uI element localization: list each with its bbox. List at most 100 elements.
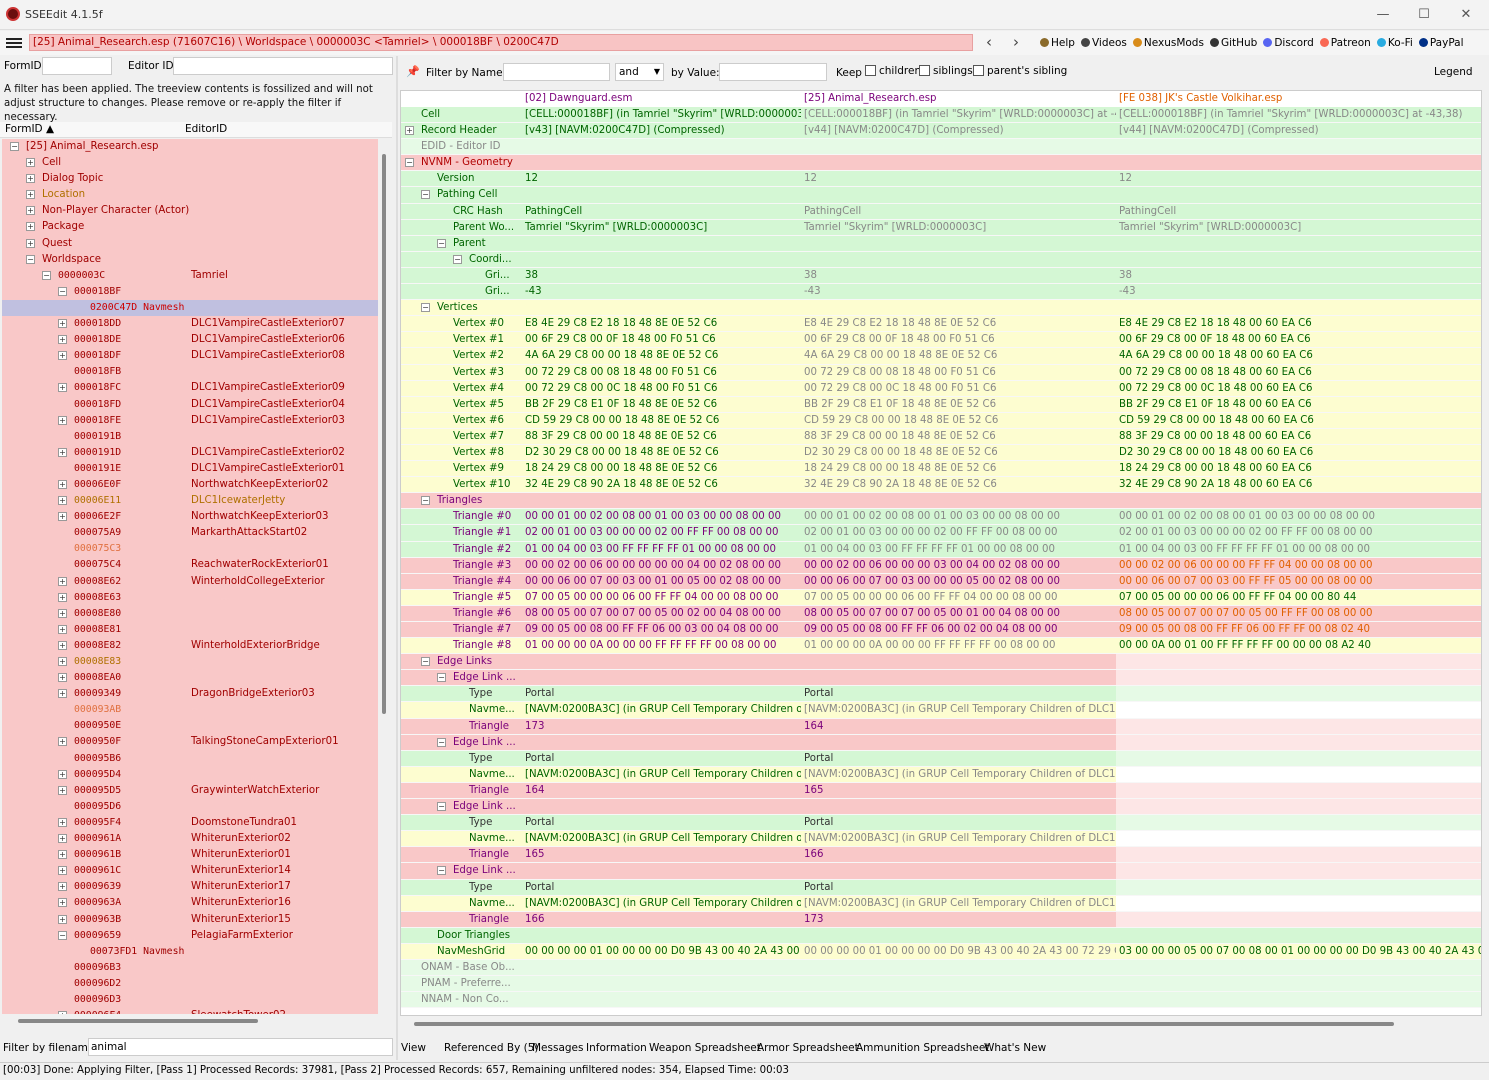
grid-value-cell[interactable]: 07 00 05 00 00 00 06 00 FF FF 04 00 00 0… bbox=[522, 589, 801, 605]
grid-value-cell[interactable] bbox=[522, 493, 801, 509]
grid-row[interactable]: Type Portal Portal bbox=[401, 815, 1481, 831]
grid-row[interactable]: Vertex #4 00 72 29 C8 00 0C 18 48 00 F0 5… bbox=[401, 380, 1481, 397]
grid-field-name[interactable]: Triangle bbox=[401, 847, 522, 863]
grid-value-cell[interactable] bbox=[1116, 782, 1481, 799]
grid-value-cell[interactable]: -43 bbox=[522, 284, 801, 300]
grid-field-name[interactable]: Navme... bbox=[401, 895, 522, 911]
grid-field-name[interactable]: − Vertices bbox=[401, 300, 522, 316]
tree-row[interactable]: 000075C3 bbox=[2, 541, 378, 558]
grid-value-cell[interactable]: -43 bbox=[801, 284, 1116, 300]
grid-value-cell[interactable] bbox=[801, 155, 1116, 171]
grid-value-cell[interactable]: 00 72 29 C8 00 08 18 48 00 60 EA C6 bbox=[1116, 364, 1481, 380]
grid-value-cell[interactable]: 88 3F 29 C8 00 00 18 48 00 60 EA C6 bbox=[1116, 428, 1481, 444]
grid-field-name[interactable]: Type bbox=[401, 686, 522, 702]
grid-value-cell[interactable]: 38 bbox=[522, 267, 801, 284]
grid-value-cell[interactable]: 32 4E 29 C8 90 2A 18 48 00 60 EA C6 bbox=[1116, 477, 1481, 493]
grid-field-name[interactable]: Type bbox=[401, 879, 522, 895]
tree-vertical-scrollbar[interactable] bbox=[382, 154, 386, 714]
expand-icon[interactable]: + bbox=[58, 335, 67, 345]
grid-field-name[interactable]: Triangle #3 bbox=[401, 557, 522, 573]
expand-icon[interactable]: + bbox=[58, 882, 67, 892]
grid-value-cell[interactable]: 00 00 02 00 06 00 00 00 03 00 04 00 02 0… bbox=[801, 557, 1116, 573]
menu-icon[interactable] bbox=[6, 36, 22, 50]
grid-value-cell[interactable]: 02 00 01 00 03 00 00 00 02 00 FF FF 00 0… bbox=[522, 525, 801, 541]
grid-value-cell[interactable]: Portal bbox=[801, 879, 1116, 895]
grid-row[interactable]: ONAM - Base Ob... bbox=[401, 959, 1481, 976]
grid-field-name[interactable]: Gri... bbox=[401, 284, 522, 300]
tab-armor-spreadsheet[interactable]: Armor Spreadsheet bbox=[757, 1042, 859, 1054]
legend-button[interactable]: Legend bbox=[1434, 66, 1473, 78]
grid-row[interactable]: Vertex #2 4A 6A 29 C8 00 00 18 48 8E 0E 5… bbox=[401, 348, 1481, 364]
tree-row[interactable]: +00009639 WhiterunExterior17 bbox=[2, 879, 378, 896]
record-tree[interactable]: − [25] Animal_Research.esp + Cell + Dialog To… bbox=[2, 139, 378, 1014]
grid-value-cell[interactable]: 166 bbox=[522, 911, 801, 927]
expand-icon[interactable]: + bbox=[58, 319, 67, 329]
grid-value-cell[interactable]: 166 bbox=[801, 847, 1116, 863]
grid-row[interactable]: − Pathing Cell bbox=[401, 187, 1481, 203]
grid-value-cell[interactable]: [CELL:000018BF] (in Tamriel "Skyrim" [WR… bbox=[522, 107, 801, 123]
tab-messages[interactable]: Messages bbox=[532, 1042, 584, 1054]
grid-field-name[interactable]: Triangle #2 bbox=[401, 541, 522, 557]
grid-value-cell[interactable] bbox=[1116, 300, 1481, 316]
tree-row[interactable]: +00006E0F NorthwatchKeepExterior02 bbox=[2, 476, 378, 494]
grid-row[interactable]: − Triangles bbox=[401, 493, 1481, 509]
tree-row[interactable]: 000018FD DLC1VampireCastleExterior04 bbox=[2, 396, 378, 413]
grid-row[interactable]: Type Portal Portal bbox=[401, 686, 1481, 702]
grid-value-cell[interactable] bbox=[1116, 702, 1481, 718]
tree-row[interactable]: +00008E82 WinterholdExteriorBridge bbox=[2, 637, 378, 654]
collapse-icon[interactable]: − bbox=[437, 737, 446, 747]
link-nexusmods[interactable]: NexusMods bbox=[1132, 37, 1204, 49]
tab-what-s-new[interactable]: What's New bbox=[984, 1042, 1046, 1054]
grid-value-cell[interactable] bbox=[801, 734, 1116, 750]
grid-horizontal-scrollbar[interactable] bbox=[414, 1022, 1394, 1026]
grid-row[interactable]: Version 12 12 12 bbox=[401, 171, 1481, 187]
tree-row[interactable]: + Cell bbox=[2, 155, 378, 172]
tree-row[interactable]: +0000963A WhiterunExterior16 bbox=[2, 895, 378, 912]
grid-value-cell[interactable] bbox=[801, 863, 1116, 879]
filter-operator-select[interactable]: and ▼ bbox=[615, 63, 664, 81]
grid-field-name[interactable]: Vertex #6 bbox=[401, 412, 522, 428]
grid-value-cell[interactable]: 88 3F 29 C8 00 00 18 48 8E 0E 52 C6 bbox=[801, 428, 1116, 444]
grid-value-cell[interactable]: 01 00 00 00 0A 00 00 00 FF FF FF FF 00 0… bbox=[522, 638, 801, 654]
collapse-icon[interactable]: − bbox=[421, 657, 430, 667]
grid-value-cell[interactable]: PathingCell bbox=[522, 203, 801, 219]
grid-value-cell[interactable]: 32 4E 29 C8 90 2A 18 48 8E 0E 52 C6 bbox=[801, 477, 1116, 493]
grid-field-name[interactable]: − NVNM - Geometry bbox=[401, 155, 522, 171]
grid-row[interactable]: Triangle 164 165 bbox=[401, 782, 1481, 799]
grid-value-cell[interactable] bbox=[801, 654, 1116, 670]
tree-row[interactable]: + Dialog Topic bbox=[2, 171, 378, 188]
grid-row[interactable]: Type Portal Portal bbox=[401, 879, 1481, 896]
grid-row[interactable]: + Record Header [v43] [NAVM:0200C47D] (Com… bbox=[401, 123, 1481, 139]
keep-siblings-checkbox[interactable]: siblings bbox=[919, 65, 973, 77]
grid-value-cell[interactable]: 07 00 05 00 00 00 06 00 FF FF 04 00 00 8… bbox=[1116, 589, 1481, 605]
grid-row[interactable]: Navme... [NAVM:0200BA3C] (in GRUP Cell Te… bbox=[401, 895, 1481, 912]
grid-field-name[interactable]: EDID - Editor ID bbox=[401, 139, 522, 155]
expand-icon[interactable]: + bbox=[58, 447, 67, 457]
grid-row[interactable]: PNAM - Preferre... bbox=[401, 976, 1481, 992]
grid-value-cell[interactable]: CD 59 29 C8 00 00 18 48 8E 0E 52 C6 bbox=[801, 412, 1116, 428]
grid-row[interactable]: Type Portal Portal bbox=[401, 750, 1481, 767]
grid-row[interactable]: Vertex #7 88 3F 29 C8 00 00 18 48 8E 0E 5… bbox=[401, 428, 1481, 445]
grid-field-name[interactable]: Vertex #1 bbox=[401, 332, 522, 348]
grid-row[interactable]: Vertex #6 CD 59 29 C8 00 00 18 48 8E 0E 5… bbox=[401, 412, 1481, 429]
grid-field-name[interactable]: Cell bbox=[401, 107, 522, 123]
grid-value-cell[interactable]: [NAVM:0200BA3C] (in GRUP Cell Temporary … bbox=[801, 702, 1116, 718]
grid-value-cell[interactable] bbox=[522, 734, 801, 750]
grid-value-cell[interactable] bbox=[522, 139, 801, 155]
grid-value-cell[interactable]: 00 6F 29 C8 00 0F 18 48 00 60 EA C6 bbox=[1116, 332, 1481, 348]
grid-value-cell[interactable]: 01 00 04 00 03 00 FF FF FF FF 01 00 00 0… bbox=[1116, 541, 1481, 557]
tree-row[interactable]: +000018FE DLC1VampireCastleExterior03 bbox=[2, 412, 378, 429]
grid-field-name[interactable]: − Triangles bbox=[401, 493, 522, 509]
grid-value-cell[interactable]: 01 00 04 00 03 00 FF FF FF FF 01 00 00 0… bbox=[522, 541, 801, 557]
grid-value-cell[interactable]: 00 00 01 00 02 00 08 00 01 00 03 00 00 0… bbox=[522, 509, 801, 525]
tree-row[interactable]: 000096D2 bbox=[2, 975, 378, 992]
grid-value-cell[interactable]: 07 00 05 00 00 00 06 00 FF FF 04 00 00 0… bbox=[801, 589, 1116, 605]
grid-value-cell[interactable]: 88 3F 29 C8 00 00 18 48 8E 0E 52 C6 bbox=[522, 428, 801, 444]
grid-value-cell[interactable]: 18 24 29 C8 00 00 18 48 8E 0E 52 C6 bbox=[522, 461, 801, 477]
expand-icon[interactable]: + bbox=[58, 624, 67, 634]
grid-row[interactable]: NavMeshGrid 00 00 00 00 01 00 00 00 00 D0… bbox=[401, 943, 1481, 960]
grid-value-cell[interactable] bbox=[522, 927, 801, 943]
grid-value-cell[interactable]: 32 4E 29 C8 90 2A 18 48 8E 0E 52 C6 bbox=[522, 477, 801, 493]
expand-icon[interactable]: + bbox=[58, 576, 67, 586]
expand-icon[interactable]: + bbox=[58, 866, 67, 876]
